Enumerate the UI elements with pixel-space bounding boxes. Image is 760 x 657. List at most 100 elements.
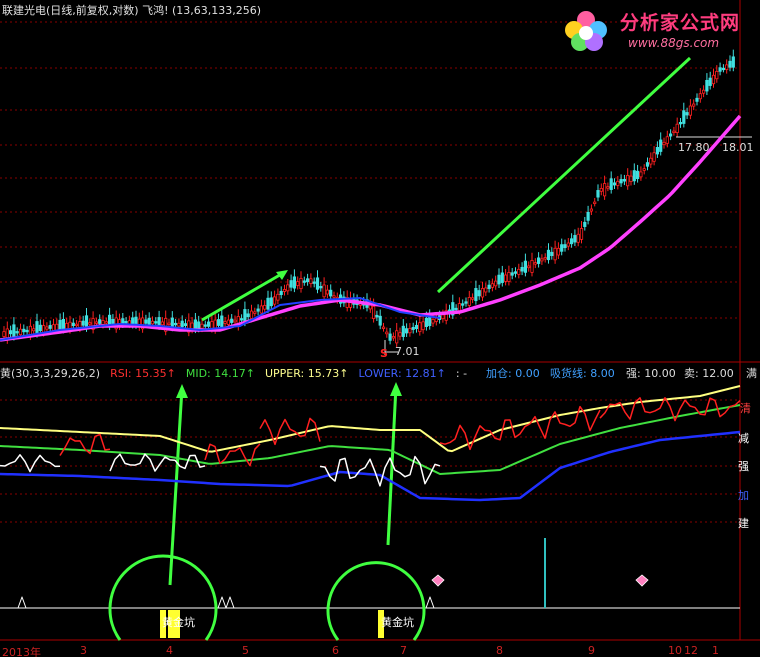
ind-jiacang: 加仓: 0.00	[486, 367, 540, 380]
candle-body-88	[292, 276, 297, 289]
candle-body-217	[718, 67, 722, 72]
sell-marker: S	[380, 347, 388, 360]
rsi-white-3	[319, 455, 441, 487]
candle-body-10	[35, 321, 39, 334]
candle-body-133	[441, 314, 445, 320]
candle-body-33	[111, 318, 115, 324]
candle-body-59	[197, 321, 201, 329]
candle-body-150	[497, 274, 501, 285]
candle-body-9	[32, 328, 36, 332]
label-qing: 清	[740, 402, 751, 415]
candle-body-155	[513, 271, 518, 274]
spike-1	[17, 596, 27, 609]
candle-body-124	[411, 326, 415, 330]
candle-body-15	[51, 324, 56, 331]
candle-body-194	[642, 168, 646, 171]
candle-body-118	[391, 336, 396, 339]
spike-2	[217, 596, 227, 609]
ind-lower: LOWER: 12.81↑	[358, 367, 446, 380]
candle-body-53	[177, 322, 181, 327]
candle-body-120	[398, 332, 402, 337]
candle-body-161	[533, 262, 537, 265]
label-jian2: 建	[738, 517, 749, 530]
candle-body-149	[494, 280, 498, 287]
candle-body-65	[216, 319, 221, 326]
candle-body-202	[669, 133, 673, 137]
candle-body-43	[144, 319, 148, 324]
candle-body-203	[672, 130, 676, 134]
x-label-1: 3	[80, 644, 87, 657]
candle-body-18	[61, 318, 66, 330]
candle-body-3	[12, 324, 16, 337]
candle-body-75	[249, 310, 254, 319]
candle-body-185	[612, 182, 617, 186]
candle-body-84	[279, 290, 283, 295]
candle-body-170	[563, 244, 567, 249]
candle-body-167	[553, 247, 557, 261]
spike-3	[225, 596, 235, 609]
signal-label-a: 黄金坑	[162, 616, 195, 629]
candle-body-45	[150, 320, 155, 325]
indicator-params: (13,63,133,256)	[172, 4, 262, 17]
x-label-0: 2013年	[2, 646, 41, 657]
candle-body-211	[698, 93, 702, 100]
candle-body-122	[404, 328, 409, 334]
candle-body-90	[299, 278, 303, 290]
chart-window[interactable]: 联建光电(日线,前复权,对数) 飞鸿! (13,63,133,256) 分析家公…	[0, 0, 760, 657]
candle-body-214	[708, 77, 712, 86]
candle-body-216	[715, 71, 719, 80]
candle-body-181	[599, 187, 603, 192]
candle-body-97	[322, 284, 326, 298]
candle-body-69	[230, 318, 234, 323]
x-label-8: 10	[668, 644, 682, 657]
candle-body-39	[131, 317, 135, 325]
candle-body-165	[546, 249, 551, 261]
diamond-icon-2	[635, 574, 649, 587]
candle-body-183	[606, 186, 610, 189]
candle-body-140	[464, 301, 468, 304]
candle-body-200	[662, 141, 666, 146]
candle-body-191	[632, 170, 636, 182]
ind-upper: UPPER: 15.73↑	[264, 367, 349, 380]
candle-body-17	[58, 319, 62, 330]
candle-body-192	[636, 170, 640, 179]
candle-body-123	[408, 328, 412, 334]
candle-body-100	[332, 295, 336, 298]
price-chart-svg[interactable]	[0, 0, 760, 657]
candle-body-44	[147, 317, 151, 325]
candle-body-11	[38, 324, 42, 332]
ind-xihuo: 吸货线: 8.00	[550, 367, 615, 380]
candle-body-125	[414, 324, 419, 330]
candle-body-205	[678, 122, 683, 125]
candle-body-12	[42, 325, 46, 334]
candle-body-145	[480, 288, 485, 298]
candle-body-89	[296, 281, 300, 286]
candle-body-14	[48, 325, 52, 329]
candle-body-54	[180, 320, 184, 328]
candle-body-199	[659, 139, 663, 152]
candle-body-164	[543, 257, 547, 260]
candle-body-2	[8, 330, 13, 335]
x-label-3: 5	[242, 644, 249, 657]
candle-body-128	[424, 317, 429, 327]
candle-body-76	[253, 311, 257, 314]
candle-body-61	[203, 324, 207, 327]
candle-body-82	[272, 296, 277, 305]
candle-body-112	[371, 305, 376, 319]
x-label-5: 7	[400, 644, 407, 657]
candle-body-166	[550, 251, 554, 257]
x-label-10: 1	[712, 644, 719, 657]
candle-body-74	[246, 313, 250, 318]
label-qiang: 强	[738, 460, 749, 473]
label-jian: 减	[738, 432, 749, 445]
candle-body-72	[239, 318, 244, 321]
candle-body-62	[206, 321, 211, 327]
ind-mid: MID: 14.17↑	[185, 367, 255, 380]
candle-body-13	[45, 326, 49, 330]
spike-4	[425, 596, 435, 609]
candle-body-80	[266, 297, 270, 310]
candle-body-169	[560, 244, 564, 252]
candle-body-28	[94, 321, 98, 324]
candle-body-158	[523, 260, 528, 273]
candle-body-215	[711, 74, 716, 85]
